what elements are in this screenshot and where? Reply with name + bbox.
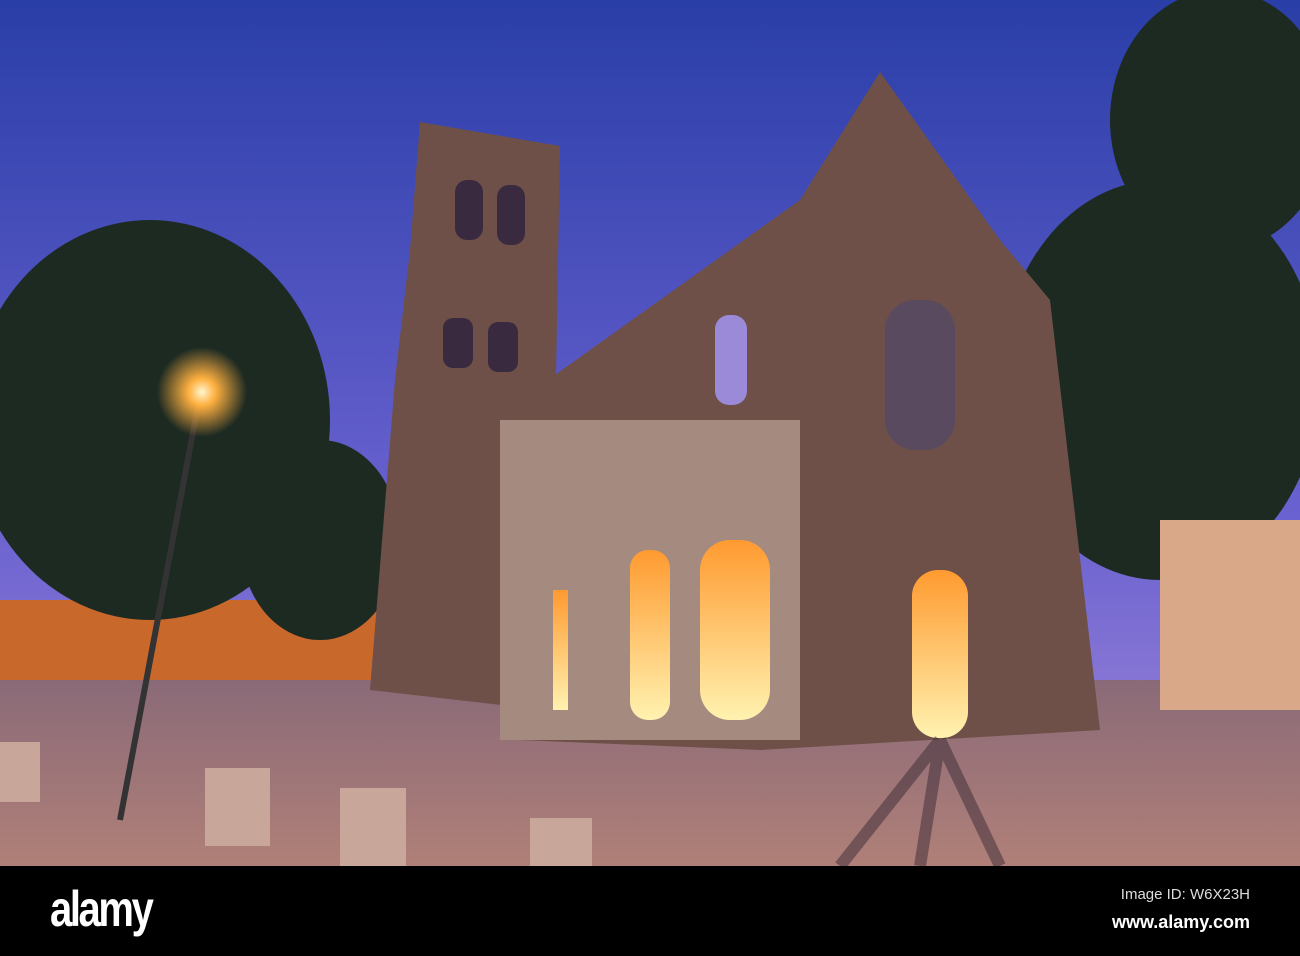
alamy-logo: alamy [50, 881, 154, 937]
church-ruin-photo [0, 0, 1300, 866]
watermark-footer: alamy Image ID: W6X23H www.alamy.com [0, 866, 1300, 956]
stock-photo: alamy Image ID: W6X23H www.alamy.com [0, 0, 1300, 956]
image-id: Image ID: W6X23H [1120, 886, 1250, 903]
building-right [1160, 520, 1300, 710]
alamy-url: www.alamy.com [1111, 912, 1250, 932]
